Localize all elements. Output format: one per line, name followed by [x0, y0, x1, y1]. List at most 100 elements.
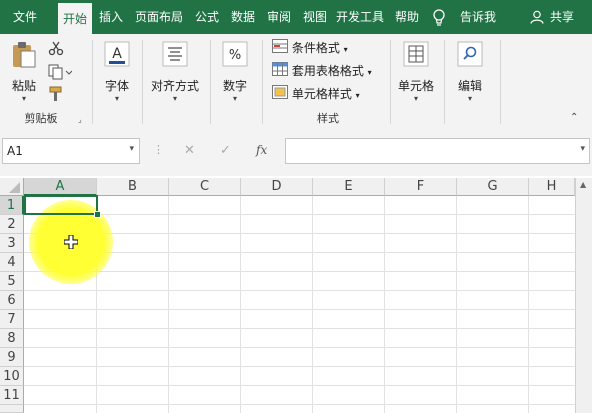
gridline: [24, 271, 575, 272]
formula-input[interactable]: ▾: [285, 138, 590, 164]
tab-developer[interactable]: 开发工具: [332, 0, 388, 34]
collapse-ribbon-icon[interactable]: ⌃: [570, 112, 578, 123]
column-header-f[interactable]: F: [385, 178, 457, 196]
insert-function-button[interactable]: fx: [256, 143, 267, 157]
row-header-6[interactable]: 6: [0, 291, 24, 310]
gridline: [456, 196, 457, 413]
formula-bar-grip-icon: ⋮: [153, 143, 164, 156]
tab-formulas[interactable]: 公式: [190, 0, 224, 34]
column-header-b[interactable]: B: [97, 178, 169, 196]
column-header-c[interactable]: C: [169, 178, 241, 196]
share-button[interactable]: 共享: [546, 0, 578, 34]
row-header-1[interactable]: 1: [0, 196, 24, 215]
gridline: [24, 290, 575, 291]
conditional-formatting-button[interactable]: 条件格式 ▾: [272, 38, 348, 58]
enter-icon[interactable]: ✓: [220, 143, 231, 158]
conditional-formatting-label: 条件格式: [291, 41, 340, 55]
gridline: [312, 196, 313, 413]
column-header-a[interactable]: A: [24, 178, 97, 196]
copy-icon[interactable]: [48, 64, 73, 83]
tab-page-layout[interactable]: 页面布局: [130, 0, 188, 34]
name-box[interactable]: A1 ▾: [2, 138, 140, 164]
active-cell-a1[interactable]: [24, 195, 98, 215]
tab-help[interactable]: 帮助: [390, 0, 424, 34]
format-as-table-button[interactable]: 套用表格格式 ▾: [272, 61, 372, 81]
column-header-e[interactable]: E: [313, 178, 385, 196]
vertical-scrollbar[interactable]: ▲: [575, 178, 592, 413]
paste-button[interactable]: 粘贴 ▾: [6, 40, 42, 104]
chevron-down-icon: ▾: [367, 68, 372, 77]
select-all-corner[interactable]: [0, 178, 24, 196]
row-header-12[interactable]: [0, 405, 24, 413]
group-divider: [262, 40, 263, 124]
gridline: [528, 196, 529, 413]
row-header-2[interactable]: 2: [0, 215, 24, 234]
row-header-7[interactable]: 7: [0, 310, 24, 329]
tab-data[interactable]: 数据: [226, 0, 260, 34]
chevron-down-icon: ▾: [114, 94, 119, 103]
row-header-9[interactable]: 9: [0, 348, 24, 367]
editing-label: 编辑: [457, 79, 482, 93]
ribbon-tab-bar: 文件 开始 插入 页面布局 公式 数据 审阅 视图 开发工具 帮助 告诉我 共享: [0, 0, 592, 36]
row-header-4[interactable]: 4: [0, 253, 24, 272]
table-icon: [272, 61, 288, 82]
person-icon: [530, 10, 544, 27]
gridline: [24, 366, 575, 367]
row-header-10[interactable]: 10: [0, 367, 24, 386]
group-divider: [444, 40, 445, 124]
column-header-d[interactable]: D: [241, 178, 313, 196]
dialog-launcher-icon[interactable]: ⌟: [78, 115, 82, 124]
row-header-11[interactable]: 11: [0, 386, 24, 405]
group-divider: [390, 40, 391, 124]
number-label: 数字: [222, 79, 247, 93]
cell-styles-button[interactable]: 单元格样式 ▾: [272, 84, 360, 104]
paste-icon: [6, 40, 42, 73]
expand-formula-icon[interactable]: ▾: [580, 144, 585, 154]
tab-insert[interactable]: 插入: [94, 0, 128, 34]
fill-handle[interactable]: [94, 211, 101, 218]
chevron-down-icon: ▾: [467, 94, 472, 103]
name-box-value: A1: [7, 144, 23, 158]
gridline: [24, 214, 575, 215]
scissors-icon[interactable]: [48, 40, 64, 59]
editing-button[interactable]: 编辑 ▾: [450, 40, 490, 104]
gridline: [24, 404, 575, 405]
font-label: 字体: [104, 79, 129, 93]
gridline: [24, 309, 575, 310]
cancel-icon[interactable]: ✕: [184, 143, 195, 158]
align-center-icon: [146, 40, 204, 71]
column-header-h[interactable]: H: [529, 178, 575, 196]
chevron-down-icon[interactable]: ▾: [129, 144, 134, 154]
row-header-8[interactable]: 8: [0, 329, 24, 348]
row-header-5[interactable]: 5: [0, 272, 24, 291]
conditional-format-icon: [272, 38, 288, 59]
cells-button[interactable]: 单元格 ▾: [396, 40, 436, 104]
tell-me-search[interactable]: 告诉我: [454, 0, 502, 34]
gridline: [240, 196, 241, 413]
plus-cursor-icon: [63, 234, 79, 252]
number-button[interactable]: % 数字 ▾: [216, 40, 254, 104]
column-header-g[interactable]: G: [457, 178, 529, 196]
cells-icon: [396, 40, 436, 71]
tab-review[interactable]: 审阅: [262, 0, 296, 34]
percent-icon: %: [216, 40, 254, 71]
ribbon-home: 粘贴 ▾ 剪贴板 ⌟ A 字体 ▾ 对齐方式 ▾ % 数字 ▾ 条件格式 ▾ 套…: [0, 34, 592, 129]
chevron-down-icon: ▾: [21, 94, 26, 103]
paste-label: 粘贴: [11, 79, 36, 93]
svg-text:%: %: [229, 48, 241, 63]
group-divider: [210, 40, 211, 124]
styles-group: 条件格式 ▾ 套用表格格式 ▾ 单元格样式 ▾ 样式: [268, 34, 388, 128]
tab-view[interactable]: 视图: [298, 0, 332, 34]
format-as-table-label: 套用表格格式: [291, 64, 364, 78]
alignment-button[interactable]: 对齐方式 ▾: [146, 40, 204, 104]
row-header-3[interactable]: 3: [0, 234, 24, 253]
tab-home[interactable]: 开始: [58, 3, 92, 36]
format-painter-icon[interactable]: [48, 86, 64, 105]
tab-file[interactable]: 文件: [0, 0, 50, 34]
cell-styles-icon: [272, 84, 288, 105]
scroll-up-icon[interactable]: ▲: [580, 180, 586, 189]
cell-styles-label: 单元格样式: [291, 87, 352, 101]
font-color-icon: A: [98, 40, 136, 71]
font-button[interactable]: A 字体 ▾: [98, 40, 136, 104]
alignment-label: 对齐方式: [150, 79, 199, 93]
